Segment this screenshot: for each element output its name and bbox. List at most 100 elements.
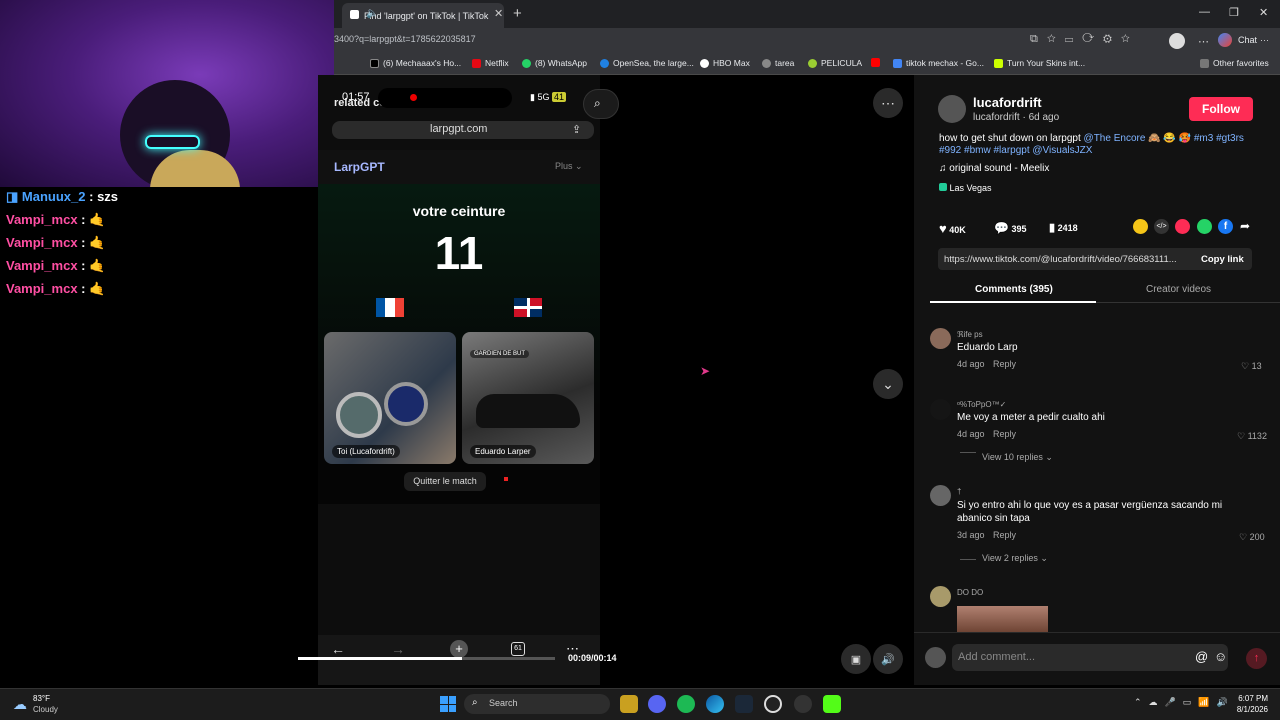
- windows-taskbar: [0, 688, 1280, 720]
- repost-icon[interactable]: [1133, 219, 1148, 234]
- reply-button[interactable]: Reply: [993, 530, 1016, 540]
- comment-count[interactable]: 💬 395: [994, 221, 1027, 235]
- commenter-avatar[interactable]: [930, 328, 951, 349]
- commenter-avatar[interactable]: [930, 485, 951, 506]
- maximize-icon[interactable]: ❐: [1229, 6, 1239, 19]
- comment-user[interactable]: ᵒ%ToPpO™✓: [957, 400, 1006, 409]
- commenter-avatar[interactable]: [930, 586, 951, 607]
- send-comment-button[interactable]: ↑: [1246, 648, 1267, 669]
- bookmark-item[interactable]: HBO Max: [700, 58, 750, 68]
- follow-button[interactable]: Follow: [1189, 97, 1253, 121]
- minimize-icon[interactable]: —: [1199, 6, 1210, 18]
- caption-tags[interactable]: #992 #bmw #larpgpt @VisualsJZX: [939, 145, 1092, 156]
- toolbar-icons[interactable]: ⧉☆▭⟳⚙☆: [1030, 33, 1139, 46]
- save-count[interactable]: ▮ 2418: [1049, 221, 1078, 234]
- more-icon[interactable]: ⋯: [1198, 35, 1209, 48]
- kick-icon[interactable]: [823, 695, 841, 713]
- record-dot-icon: [410, 94, 417, 101]
- new-tab-icon[interactable]: +: [513, 5, 522, 22]
- music-icon: ♫: [939, 163, 947, 174]
- reply-button[interactable]: Reply: [993, 429, 1016, 439]
- steam-icon[interactable]: [735, 695, 753, 713]
- bookmark-item[interactable]: Turn Your Skins int...: [994, 58, 1085, 68]
- share-icon[interactable]: ➦: [1240, 219, 1250, 233]
- weather-desc[interactable]: Cloudy: [33, 705, 58, 714]
- mention-icon[interactable]: @: [1195, 649, 1208, 664]
- spotify-icon[interactable]: [677, 695, 695, 713]
- bookmark-item[interactable]: tarea: [762, 58, 794, 68]
- bookmark-item[interactable]: Netflix: [472, 58, 509, 68]
- reply-button[interactable]: Reply: [993, 359, 1016, 369]
- quit-match-button: Quitter le match: [404, 472, 486, 491]
- chat-button[interactable]: Chat: [1238, 35, 1257, 45]
- location-tag[interactable]: Las Vegas: [939, 183, 992, 193]
- obs-icon[interactable]: [764, 695, 782, 713]
- comment-user[interactable]: DO DO: [957, 588, 983, 597]
- url-text[interactable]: 3400?q=larpgpt&t=1785622035817: [334, 34, 476, 44]
- weather-temp[interactable]: 83°F: [33, 694, 50, 703]
- tray-icons[interactable]: ⌃☁🎤▭📶🔊: [1134, 697, 1235, 708]
- next-video-button[interactable]: ⌄: [873, 369, 903, 399]
- other-favorites[interactable]: Other favorites: [1200, 58, 1269, 68]
- comment-text: Si yo entro ahi lo que voy es a pasar ve…: [957, 500, 1223, 511]
- bookmark-item[interactable]: PELICULA: [808, 58, 862, 68]
- video-link[interactable]: https://www.tiktok.com/@lucafordrift/vid…: [944, 254, 1177, 265]
- close-tab-icon[interactable]: ✕: [494, 7, 503, 20]
- dominican-flag-icon: [514, 298, 542, 317]
- more-options-button[interactable]: ⋯: [873, 88, 903, 118]
- hand-emoji-icon: 🤙: [89, 212, 106, 227]
- heart-icon: ♡: [1241, 361, 1250, 371]
- comment-icon: 💬: [994, 221, 1009, 235]
- video-progress-fill[interactable]: [298, 657, 463, 660]
- send-icon[interactable]: [1175, 219, 1190, 234]
- search-icon: ⌕: [594, 96, 601, 110]
- watch-image: [384, 382, 428, 426]
- sound-link[interactable]: ♫ original sound - Meelix: [939, 163, 1049, 174]
- bookmark-item[interactable]: (6) Mechaaax's Ho...: [370, 58, 461, 68]
- close-window-icon[interactable]: ✕: [1259, 6, 1268, 19]
- comment-user[interactable]: †: [957, 487, 961, 496]
- car-image: [476, 394, 580, 428]
- speaker-icon[interactable]: 🔈: [366, 8, 378, 19]
- bookmark-item[interactable]: [871, 58, 880, 67]
- comment-likes[interactable]: ♡ 1132: [1237, 431, 1267, 442]
- pip-button[interactable]: ▣: [841, 644, 871, 674]
- bookmark-item[interactable]: OpenSea, the large...: [600, 58, 694, 68]
- author-avatar[interactable]: [938, 95, 966, 123]
- add-icon: +: [450, 640, 468, 658]
- watch-image: [336, 392, 382, 438]
- profile-avatar[interactable]: [1169, 33, 1185, 49]
- emoji-icon[interactable]: ☺: [1214, 649, 1227, 664]
- volume-button[interactable]: 🔊: [873, 644, 903, 674]
- chat-message: ◨ Manuux_2 : szs: [6, 189, 119, 204]
- start-icon[interactable]: [440, 696, 456, 712]
- comment-likes[interactable]: ♡ 200: [1239, 532, 1265, 543]
- embed-icon[interactable]: </>: [1154, 219, 1169, 234]
- edge-icon[interactable]: [706, 695, 724, 713]
- more-icon[interactable]: ⋯: [1260, 35, 1269, 46]
- settings-icon[interactable]: [794, 695, 812, 713]
- tab-comments[interactable]: Comments (395): [975, 284, 1053, 295]
- comment-likes[interactable]: ♡ 13: [1241, 361, 1262, 372]
- copilot-icon[interactable]: [1218, 33, 1232, 47]
- view-replies-button[interactable]: View 10 replies ⌄: [982, 452, 1053, 463]
- commenter-avatar[interactable]: [930, 399, 951, 420]
- whatsapp-icon[interactable]: [1197, 219, 1212, 234]
- view-replies-button[interactable]: View 2 replies ⌄: [982, 553, 1048, 564]
- like-count[interactable]: ♥ 40K: [939, 221, 966, 236]
- bookmark-item[interactable]: tiktok mechax - Go...: [893, 58, 984, 68]
- facebook-icon[interactable]: f: [1218, 219, 1233, 234]
- clock-date[interactable]: 8/1/2026: [1234, 705, 1268, 714]
- taskbar-search[interactable]: [464, 694, 610, 714]
- search-button[interactable]: [583, 89, 619, 119]
- copy-link-button[interactable]: Copy link: [1201, 254, 1244, 265]
- clock-time[interactable]: 6:07 PM: [1236, 694, 1268, 703]
- bookmark-item[interactable]: (8) WhatsApp: [522, 58, 587, 68]
- discord-icon[interactable]: [648, 695, 666, 713]
- comment-user[interactable]: ℜife ps: [957, 330, 983, 339]
- tab-title: Find 'larpgpt' on TikTok | TikTok: [364, 10, 489, 21]
- author-name[interactable]: lucafordrift: [973, 95, 1042, 110]
- file-explorer-icon[interactable]: [620, 695, 638, 713]
- cursor-icon: ➤: [700, 364, 711, 378]
- tab-creator-videos[interactable]: Creator videos: [1146, 284, 1211, 295]
